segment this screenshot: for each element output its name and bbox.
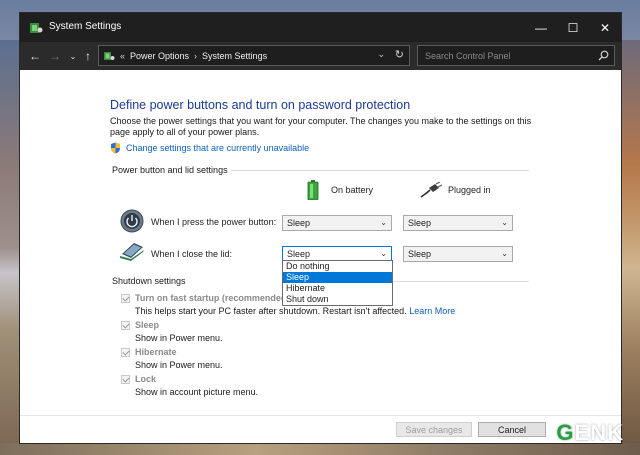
up-arrow-icon[interactable]: ↑ (80, 47, 96, 65)
chevron-down-icon: ⌄ (380, 249, 387, 258)
plugged-in-label: Plugged in (448, 185, 491, 195)
lock-checkbox[interactable] (121, 375, 130, 384)
breadcrumb-system-settings[interactable]: System Settings (202, 51, 267, 61)
recent-locations-chevron-icon[interactable]: ⌄ (65, 47, 81, 65)
genk-watermark-logo: G ENK (556, 420, 624, 445)
power-options-icon (30, 23, 43, 33)
close-lid-plugged-select[interactable]: Sleep ⌄ (403, 246, 513, 262)
change-settings-link[interactable]: Change settings that are currently unava… (110, 142, 309, 154)
fast-startup-checkbox[interactable] (121, 294, 130, 303)
sleep-option[interactable]: Sleep Show in Power menu. (121, 320, 223, 343)
sleep-checkbox[interactable] (121, 321, 130, 330)
search-placeholder: Search Control Panel (425, 51, 511, 61)
power-button-plugged-select[interactable]: Sleep ⌄ (403, 215, 513, 231)
battery-icon (307, 180, 319, 200)
address-bar: ← → ⌄ ↑ « Power Options › System Setting… (20, 42, 621, 70)
change-settings-link-text: Change settings that are currently unava… (126, 143, 310, 153)
wallpaper-left (0, 40, 20, 455)
close-lid-row-label: When I close the lid: (151, 249, 233, 259)
page-title: Define power buttons and turn on passwor… (110, 98, 411, 112)
breadcrumb[interactable]: « Power Options › System Settings ⌄ ↻ (98, 45, 410, 66)
fast-startup-sub: This helps start your PC faster after sh… (135, 306, 407, 316)
minimize-button[interactable]: — (525, 13, 557, 42)
chevron-down-icon[interactable]: ⌄ (377, 49, 385, 60)
breadcrumb-separator: « (120, 50, 126, 61)
back-arrow-icon[interactable]: ← (27, 47, 43, 65)
close-lid-dropdown-list: Do nothing Sleep Hibernate Shut down (282, 260, 393, 306)
chevron-down-icon: ⌄ (501, 249, 508, 258)
dropdown-option[interactable]: Hibernate (283, 283, 392, 294)
group-divider (393, 281, 529, 282)
hibernate-checkbox[interactable] (121, 348, 130, 357)
window-title: System Settings (49, 21, 122, 32)
power-button-battery-select[interactable]: Sleep ⌄ (282, 215, 392, 231)
power-button-plugged-value: Sleep (408, 218, 432, 228)
system-settings-window: System Settings — ☐ ✕ ← → ⌄ ↑ « Power Op… (19, 12, 622, 444)
learn-more-link[interactable]: Learn More (409, 306, 455, 316)
hibernate-option[interactable]: Hibernate Show in Power menu. (121, 347, 223, 370)
laptop-lid-icon (120, 243, 144, 261)
dropdown-option[interactable]: Do nothing (283, 261, 392, 272)
title-bar: System Settings — ☐ ✕ (20, 13, 621, 42)
breadcrumb-power-options[interactable]: Power Options (130, 51, 189, 61)
hibernate-description: Show in Power menu. (135, 360, 223, 370)
close-button[interactable]: ✕ (589, 13, 621, 42)
dropdown-option[interactable]: Shut down (283, 294, 392, 305)
wallpaper-right (622, 40, 640, 455)
search-icon[interactable] (598, 50, 609, 61)
forward-arrow-icon[interactable]: → (47, 47, 63, 65)
chevron-down-icon: ⌄ (501, 218, 508, 227)
breadcrumb-separator: › (194, 50, 198, 61)
page-description: Choose the power settings that you want … (110, 116, 532, 137)
power-button-icon (120, 209, 144, 233)
power-button-battery-value: Sleep (287, 218, 311, 228)
close-lid-plugged-value: Sleep (408, 249, 432, 259)
plug-icon (420, 182, 442, 198)
chevron-down-icon: ⌄ (380, 218, 387, 227)
footer-divider (20, 415, 621, 416)
sleep-description: Show in Power menu. (135, 333, 223, 343)
lock-option[interactable]: Lock Show in account picture menu. (121, 374, 258, 397)
power-button-row-label: When I press the power button: (151, 217, 277, 227)
cancel-button[interactable]: Cancel (478, 422, 546, 437)
main-content: Define power buttons and turn on passwor… (20, 70, 621, 443)
lock-description: Show in account picture menu. (135, 387, 259, 397)
power-group-label: Power button and lid settings (112, 165, 228, 175)
column-on-battery: On battery (307, 180, 373, 200)
group-divider (231, 170, 529, 171)
uac-shield-icon (111, 142, 120, 154)
on-battery-label: On battery (331, 185, 374, 195)
shutdown-group-label: Shutdown settings (112, 276, 186, 286)
lock-title: Lock (135, 374, 157, 384)
dropdown-option-selected[interactable]: Sleep (283, 272, 392, 283)
hibernate-title: Hibernate (135, 347, 177, 357)
power-options-icon (104, 51, 115, 60)
save-changes-button[interactable]: Save changes (396, 422, 472, 437)
maximize-button[interactable]: ☐ (557, 13, 589, 42)
wallpaper-bottom (0, 443, 640, 455)
fast-startup-description: This helps start your PC faster after sh… (135, 306, 455, 316)
column-plugged-in: Plugged in (420, 182, 491, 198)
search-input[interactable]: Search Control Panel (417, 45, 615, 66)
sleep-title: Sleep (135, 320, 160, 330)
close-lid-battery-value: Sleep (287, 249, 311, 259)
refresh-icon[interactable]: ↻ (395, 48, 404, 61)
